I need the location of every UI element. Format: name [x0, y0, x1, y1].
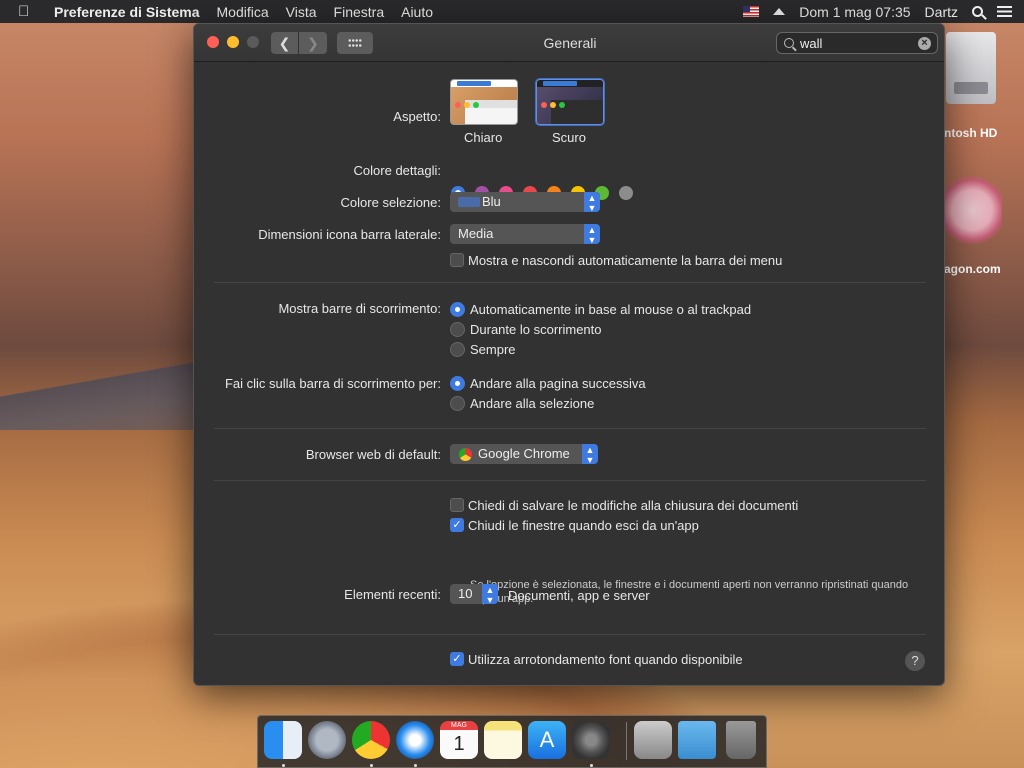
popup-arrows-icon: ▲ ▼: [584, 192, 600, 213]
menu-aiuto[interactable]: Aiuto: [401, 4, 433, 20]
default-browser-label: Browser web di default:: [305, 447, 441, 462]
sidebar-icon-size-popup[interactable]: Media ▲ ▼: [450, 224, 600, 245]
scroll-click-next-page-radio[interactable]: [450, 376, 465, 391]
ask-save-label[interactable]: Chiedi di salvare le modifiche alla chiu…: [468, 498, 798, 513]
scrollbars-scrolling-label[interactable]: Durante lo scorrimento: [470, 322, 602, 337]
divider: [214, 428, 926, 429]
default-browser-value: Google Chrome: [478, 446, 570, 461]
scroll-click-next-page-label[interactable]: Andare alla pagina successiva: [470, 376, 646, 391]
trash-icon[interactable]: [726, 721, 756, 759]
appearance-dark-label: Scuro: [552, 130, 586, 145]
scrollbars-always-radio[interactable]: [450, 342, 465, 357]
preferences-window: ❮ ❯ Generali wall × Aspetto: Chiaro Scur…: [193, 23, 945, 686]
running-indicator: [590, 764, 593, 767]
popup-arrows-icon: ▲ ▼: [482, 584, 498, 605]
sidebar-icon-size-label: Dimensioni icona barra laterale:: [258, 227, 441, 242]
menubar-autohide-checkbox[interactable]: [450, 253, 464, 267]
font-smoothing-label[interactable]: Utilizza arrotondamento font quando disp…: [468, 652, 743, 667]
menu-modifica[interactable]: Modifica: [217, 4, 269, 20]
calendar-month: MAG: [451, 722, 467, 729]
scrollbars-auto-label[interactable]: Automaticamente in base al mouse o al tr…: [470, 302, 751, 317]
scrollbars-scrolling-radio[interactable]: [450, 322, 465, 337]
highlight-color-label: Colore selezione:: [340, 195, 441, 210]
scroll-click-spot-label[interactable]: Andare alla selezione: [470, 396, 594, 411]
menu-finestra[interactable]: Finestra: [334, 4, 385, 20]
recent-items-value: 10: [458, 586, 473, 601]
notification-center-icon[interactable]: [997, 6, 1012, 17]
appearance-dark-thumbnail[interactable]: [536, 79, 604, 125]
highlight-color-popup[interactable]: Blu ▲ ▼: [450, 192, 600, 213]
user-name[interactable]: Dartz: [925, 4, 958, 20]
search-input[interactable]: wall: [800, 36, 822, 51]
divider: [214, 480, 926, 481]
appearance-label: Aspetto:: [393, 109, 441, 124]
hard-drive-icon[interactable]: [946, 32, 996, 104]
accent-color-swatch[interactable]: [619, 186, 633, 200]
dock: MAG 1 A: [257, 715, 767, 768]
running-indicator: [282, 764, 285, 767]
input-source-flag-icon[interactable]: [743, 6, 760, 17]
menu-vista[interactable]: Vista: [286, 4, 317, 20]
dragon-file-label: agon.com: [944, 262, 1001, 276]
appearance-light-label: Chiaro: [464, 130, 503, 145]
divider: [214, 634, 926, 635]
clear-search-icon[interactable]: ×: [918, 37, 931, 50]
scroll-click-spot-radio[interactable]: [450, 396, 465, 411]
recent-items-label: Elementi recenti:: [344, 587, 441, 602]
menubar-autohide-label[interactable]: Mostra e nascondi automaticamente la bar…: [468, 253, 782, 268]
search-icon: [784, 38, 794, 48]
close-windows-label[interactable]: Chiudi le finestre quando esci da un'app: [468, 518, 699, 533]
menu-bar:  Preferenze di Sistema Modifica Vista F…: [0, 0, 1024, 23]
scroll-click-label: Fai clic sulla barra di scorrimento per:: [224, 376, 441, 391]
help-button[interactable]: ?: [905, 651, 925, 671]
system-preferences-icon[interactable]: [572, 721, 610, 759]
downloads-folder-icon[interactable]: [678, 721, 716, 759]
notes-icon[interactable]: [484, 721, 522, 759]
scrollbars-always-label[interactable]: Sempre: [470, 342, 516, 357]
dock-separator: [626, 722, 627, 760]
divider: [214, 282, 926, 283]
running-indicator: [414, 764, 417, 767]
eject-icon[interactable]: [773, 8, 786, 15]
calendar-day: 1: [453, 733, 465, 755]
hard-drive-label: ntosh HD: [944, 126, 998, 140]
scrollbars-auto-radio[interactable]: [450, 302, 465, 317]
ask-save-checkbox[interactable]: [450, 498, 464, 512]
search-field[interactable]: wall ×: [776, 32, 938, 54]
general-pane: Aspetto: Chiaro Scuro Colore dettagli: C…: [194, 62, 944, 685]
safari-icon[interactable]: [396, 721, 434, 759]
recent-items-suffix: Documenti, app e server: [508, 588, 650, 603]
highlight-value: Blu: [482, 194, 501, 209]
appearance-light-thumbnail[interactable]: [450, 79, 518, 125]
chrome-icon[interactable]: [352, 721, 390, 759]
dragon-file-icon[interactable]: [942, 170, 1002, 250]
accent-color-label: Colore dettagli:: [353, 163, 441, 178]
apple-menu-icon[interactable]: : [18, 3, 40, 20]
app-menu[interactable]: Preferenze di Sistema: [54, 4, 200, 20]
clock[interactable]: Dom 1 mag 07:35: [799, 4, 910, 20]
finder-icon[interactable]: [264, 721, 302, 759]
popup-arrows-icon: ▲ ▼: [584, 224, 600, 245]
calendar-icon[interactable]: MAG 1: [440, 721, 478, 759]
default-browser-popup[interactable]: Google Chrome ▲ ▼: [450, 444, 598, 465]
running-indicator: [370, 764, 373, 767]
utility-icon[interactable]: [634, 721, 672, 759]
spotlight-icon[interactable]: [972, 6, 983, 17]
recent-items-popup[interactable]: 10 ▲ ▼: [450, 584, 498, 605]
title-bar: ❮ ❯ Generali wall ×: [194, 24, 944, 62]
popup-arrows-icon: ▲ ▼: [582, 444, 598, 465]
app-store-icon[interactable]: A: [528, 721, 566, 759]
close-windows-checkbox[interactable]: ✓: [450, 518, 464, 532]
launchpad-icon[interactable]: [308, 721, 346, 759]
highlight-swatch: [458, 197, 480, 207]
font-smoothing-checkbox[interactable]: ✓: [450, 652, 464, 666]
chrome-icon: [459, 448, 472, 461]
sidebar-icon-size-value: Media: [458, 226, 494, 241]
show-scrollbars-label: Mostra barre di scorrimento:: [278, 301, 441, 316]
